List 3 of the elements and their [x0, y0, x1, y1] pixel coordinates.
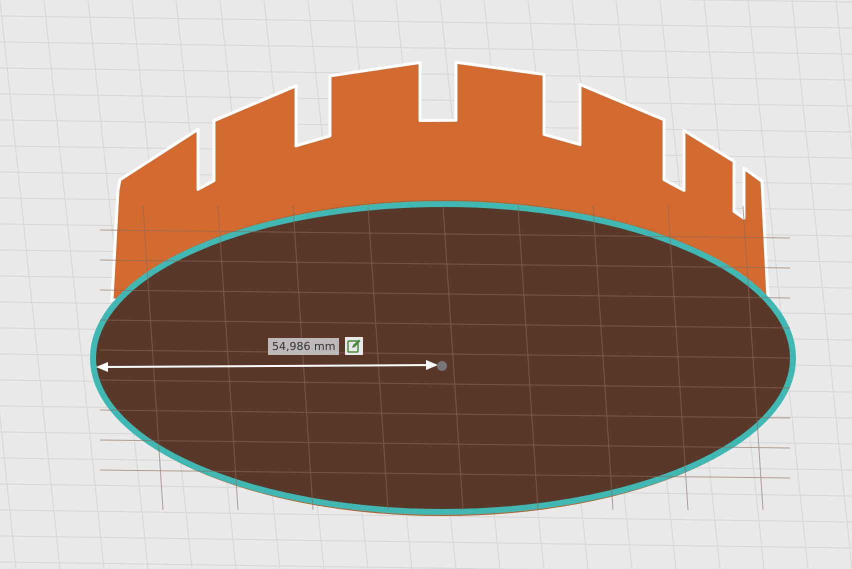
edit-button[interactable]	[345, 337, 364, 355]
pencil-icon	[347, 339, 362, 353]
measurement-label: 54,986 mm	[268, 338, 340, 354]
